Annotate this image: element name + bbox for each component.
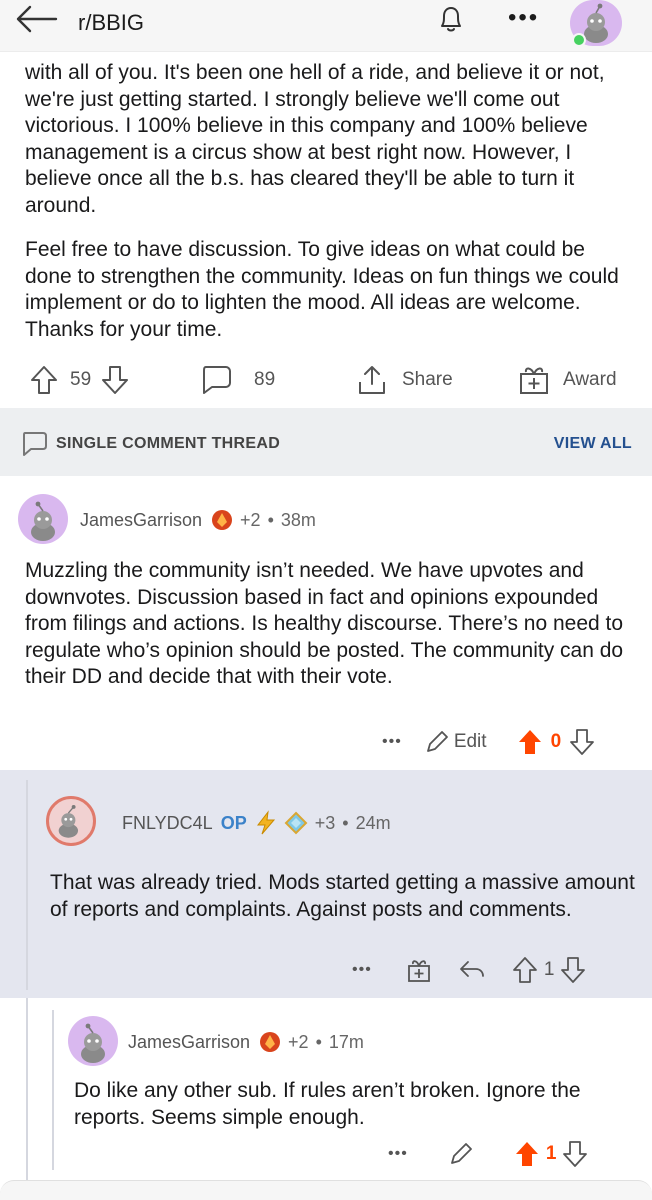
post-paragraph: with all of you. It's been one hell of a… (25, 61, 605, 217)
comment-meta: FNLYDC4L OP +3 • 24m (122, 810, 391, 836)
comment-time: 38m (280, 509, 316, 530)
share-button[interactable]: Share (356, 360, 453, 400)
downvote-icon[interactable] (569, 728, 595, 756)
separator-dot: • (315, 1031, 322, 1052)
avatar[interactable] (46, 796, 96, 846)
online-status-dot (572, 33, 586, 47)
snoo-avatar-icon (81, 1023, 105, 1063)
op-badge: OP (220, 812, 247, 833)
view-all-link[interactable]: VIEW ALL (554, 435, 632, 453)
thread-indent-line (52, 1010, 54, 1170)
snoo-avatar-icon (58, 804, 79, 838)
reply-icon[interactable] (458, 958, 486, 982)
bottom-sheet-edge (0, 1180, 652, 1200)
upvote-icon[interactable] (30, 365, 58, 395)
award-badge-icon (212, 510, 233, 530)
comment-time: 17m (328, 1031, 364, 1052)
lightning-award-icon (256, 810, 275, 835)
comment-score: 1 (543, 959, 555, 980)
thread-title: SINGLE COMMENT THREAD (56, 435, 281, 452)
more-options-icon[interactable]: ••• (388, 1145, 408, 1163)
comment-bubble-icon (203, 366, 231, 394)
vote-group: 59 (30, 360, 129, 400)
comment-score: 1 (545, 1143, 557, 1164)
thread-indent-line (26, 780, 28, 990)
gift-icon[interactable] (406, 957, 432, 983)
avatar[interactable] (18, 494, 68, 544)
award-label: Award (563, 369, 617, 390)
comment-time: 24m (355, 812, 391, 833)
gift-icon (520, 367, 548, 394)
comment-count: 89 (254, 369, 276, 390)
award-count: +2 (288, 1031, 309, 1052)
username[interactable]: JamesGarrison (80, 510, 202, 531)
thread-indent-line (26, 998, 28, 1180)
single-comment-thread-header: SINGLE COMMENT THREAD VIEW ALL (0, 408, 652, 476)
comment-score: 0 (550, 731, 562, 752)
upvote-active-icon[interactable] (514, 1140, 540, 1168)
award-count: +2 (240, 509, 261, 530)
comments-button[interactable]: 89 (200, 360, 275, 400)
upvote-active-icon[interactable] (517, 728, 543, 756)
award-count: +3 (314, 812, 336, 833)
top-bar: r/BBIG ••• (0, 0, 652, 52)
more-options-icon[interactable]: ••• (508, 4, 539, 32)
post-body: with all of you. It's been one hell of a… (25, 60, 635, 361)
username[interactable]: FNLYDC4L (122, 813, 213, 834)
edit-label[interactable]: Edit (454, 731, 487, 753)
upvote-icon[interactable] (512, 956, 538, 984)
comment-bubble-icon (23, 432, 47, 456)
comment-actions: ••• 1 (388, 1136, 588, 1172)
post-vote-count: 59 (70, 369, 92, 390)
pencil-icon[interactable] (448, 1141, 474, 1167)
post-action-bar: 59 89 Share Award (0, 360, 652, 400)
comment-meta: JamesGarrison +2 • 17m (128, 1030, 364, 1054)
comment-actions: ••• Edit 0 (382, 724, 595, 760)
downvote-icon[interactable] (562, 1140, 588, 1168)
avatar[interactable] (68, 1016, 118, 1066)
post-paragraph: Feel free to have discussion. To give id… (25, 238, 619, 341)
more-options-icon[interactable]: ••• (352, 961, 372, 979)
subreddit-name[interactable]: r/BBIG (78, 10, 144, 36)
snoo-avatar-icon (31, 501, 55, 541)
award-badge-icon (260, 1032, 281, 1052)
comment-body: Muzzling the community isn’t needed. We … (25, 559, 624, 688)
bell-icon[interactable] (434, 2, 468, 36)
share-icon (359, 366, 385, 394)
downvote-icon[interactable] (101, 365, 129, 395)
share-label: Share (402, 369, 453, 390)
back-arrow-icon[interactable] (14, 4, 58, 34)
comment-actions: ••• 1 (352, 952, 586, 988)
diamond-award-icon (284, 811, 308, 835)
separator-dot: • (267, 509, 274, 530)
comment-body: That was already tried. Mods started get… (50, 871, 635, 921)
username[interactable]: JamesGarrison (128, 1032, 250, 1053)
more-options-icon[interactable]: ••• (382, 733, 402, 751)
comment-meta: JamesGarrison +2 • 38m (80, 508, 316, 532)
comment-body: Do like any other sub. If rules aren’t b… (74, 1079, 581, 1129)
downvote-icon[interactable] (560, 956, 586, 984)
pencil-icon[interactable] (424, 729, 450, 755)
separator-dot: • (342, 812, 349, 833)
award-button[interactable]: Award (518, 360, 617, 400)
